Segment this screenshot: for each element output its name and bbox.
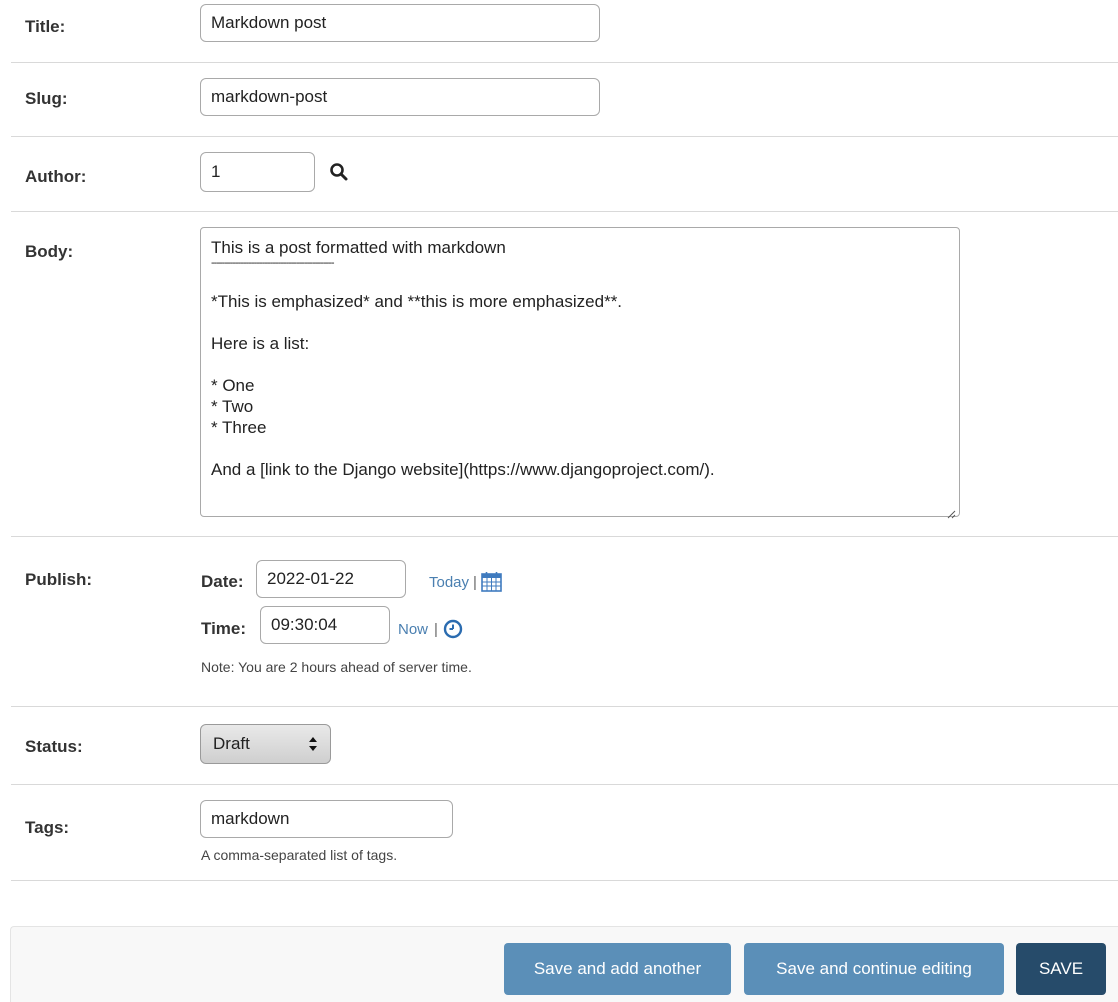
date-label: Date: [201,572,244,591]
body-line: This is a post formatted with markdown [211,238,506,257]
body-line: * Two [211,397,254,416]
date-input[interactable]: 2022-01-22 [256,560,406,598]
timezone-note: Note: You are 2 hours ahead of server ti… [201,659,472,675]
author-label: Author: [25,167,87,186]
status-row: Status: Draft [11,706,1118,785]
up-down-arrows-icon [308,736,318,752]
save-and-add-another-button[interactable]: Save and add another [504,943,731,995]
body-line: * Three [211,418,267,437]
body-label: Body: [25,242,74,261]
now-link[interactable]: Now [398,621,428,638]
title-label: Title: [25,17,66,36]
today-link[interactable]: Today [429,574,469,591]
body-line [211,270,949,291]
body-line: * One [211,376,255,395]
title-row: Title: Markdown post [11,0,1118,63]
tags-input[interactable]: markdown [200,800,453,838]
time-separator: | [434,621,438,638]
body-row: Body: This is a post formatted with mark… [11,211,1118,537]
date-separator: | [473,574,477,591]
tags-row: Tags: markdown A comma-separated list of… [11,784,1118,881]
time-label: Time: [201,619,247,638]
slug-row: Slug: markdown-post [11,62,1118,137]
status-select[interactable]: Draft [200,724,331,764]
body-line: And a [link to the Django website](https… [211,460,715,479]
author-input[interactable]: 1 [200,152,315,192]
resize-handle-icon[interactable] [946,503,956,519]
status-label: Status: [25,737,83,756]
clock-icon[interactable] [443,619,463,639]
title-input[interactable]: Markdown post [200,4,600,42]
body-textarea[interactable]: This is a post formatted with markdown -… [200,227,960,519]
slug-label: Slug: [25,89,68,108]
body-line: *This is emphasized* and **this is more … [211,292,623,311]
save-and-continue-editing-button[interactable]: Save and continue editing [744,943,1004,995]
search-icon[interactable] [329,162,349,182]
publish-label: Publish: [25,570,93,589]
tags-label: Tags: [25,818,70,837]
status-selected-value: Draft [213,734,250,753]
publish-row: Publish: Date: 2022-01-22 Today | Time: … [11,536,1118,707]
calendar-icon[interactable] [481,571,502,592]
time-input[interactable]: 09:30:04 [260,606,390,644]
save-button[interactable]: SAVE [1016,943,1106,995]
tags-help: A comma-separated list of tags. [201,847,398,863]
body-line [211,354,949,375]
slug-input[interactable]: markdown-post [200,78,600,116]
body-line: ----------------------------------------… [211,258,335,269]
body-line [211,312,949,333]
body-line [211,438,949,459]
body-line: Here is a list: [211,334,310,353]
author-row: Author: 1 [11,136,1118,212]
